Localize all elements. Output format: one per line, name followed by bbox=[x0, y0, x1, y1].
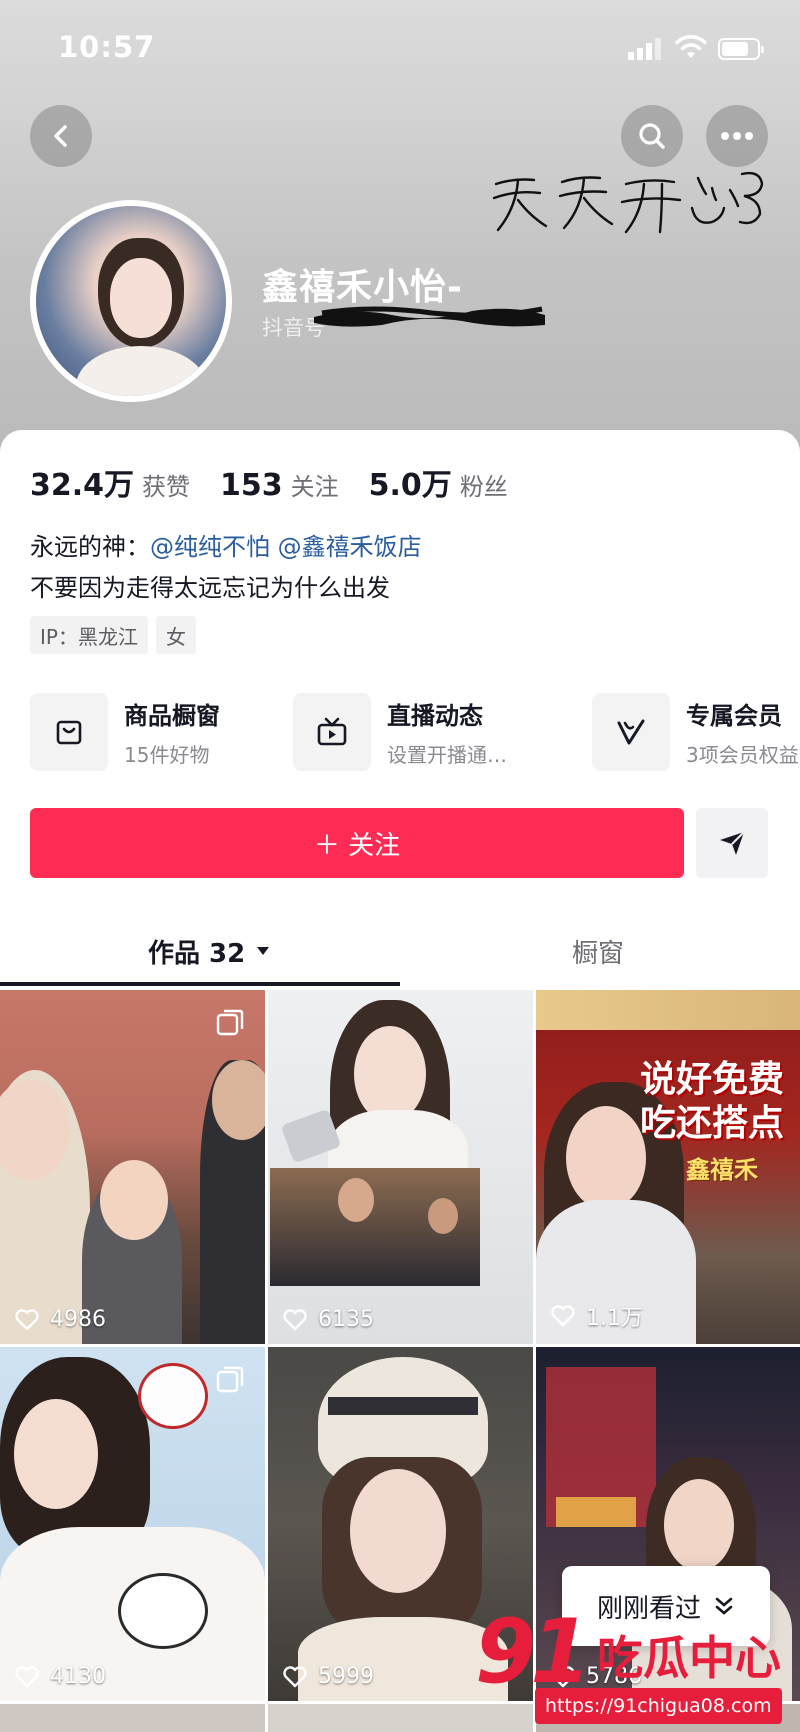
bio-line-1: 永远的神：@纯纯不怕 @鑫禧禾饭店 bbox=[30, 527, 422, 562]
service-subtitle: 设置开播通… bbox=[387, 743, 507, 767]
handwritten-signature-art bbox=[492, 171, 764, 234]
avatar-photo bbox=[36, 206, 226, 396]
heart-outline-icon bbox=[283, 1308, 307, 1330]
likes-count: 5999 bbox=[318, 1664, 374, 1689]
video-likes: 5999 bbox=[282, 1664, 374, 1689]
service-shop-window[interactable]: 商品橱窗 15件好物 bbox=[30, 692, 220, 772]
heart-outline-icon bbox=[283, 1665, 307, 1687]
back-button[interactable] bbox=[30, 105, 92, 167]
more-dots-icon bbox=[721, 132, 753, 140]
heart-outline-icon bbox=[15, 1665, 39, 1687]
overlay-caption-line: 鑫禧禾 bbox=[686, 1156, 758, 1184]
status-bar: 10:57 bbox=[0, 0, 800, 92]
service-subtitle: 15件好物 bbox=[124, 743, 210, 767]
video-likes: 4130 bbox=[14, 1664, 106, 1689]
video-thumbnail[interactable]: 6135 bbox=[268, 990, 533, 1344]
following-count: 153 bbox=[220, 468, 283, 503]
service-subtitle: 3项会员权益 bbox=[686, 743, 799, 767]
gender-tag: 女 bbox=[155, 616, 196, 654]
tab-works[interactable]: 作品 32 bbox=[148, 916, 271, 986]
paper-plane-icon bbox=[720, 831, 745, 855]
multi-image-icon bbox=[216, 1009, 244, 1036]
cellular-signal-icon bbox=[628, 38, 662, 60]
ip-location-tag: IP：黑龙江 bbox=[30, 616, 148, 654]
site-watermark: 91 吃瓜中心 https://91chigua08.com bbox=[475, 1600, 800, 1732]
tab-works-label: 作品 32 bbox=[148, 938, 246, 969]
profile-avatar[interactable] bbox=[30, 200, 232, 402]
content-tabs: 作品 32 橱窗 bbox=[0, 916, 800, 986]
bio-line-2: 不要因为走得太远忘记为什么出发 bbox=[30, 574, 390, 602]
search-button[interactable] bbox=[621, 105, 683, 167]
heart-outline-icon bbox=[551, 1305, 575, 1327]
likes-count: 4986 bbox=[50, 1307, 106, 1332]
more-options-button[interactable] bbox=[706, 105, 768, 167]
stat-likes: 32.4万 获赞 bbox=[30, 460, 190, 504]
stat-following[interactable]: 153 关注 bbox=[220, 467, 339, 503]
bio-prefix: 永远的神： bbox=[30, 533, 150, 561]
video-thumbnail[interactable]: 4986 bbox=[0, 990, 265, 1344]
likes-count: 1.1万 bbox=[586, 1306, 643, 1331]
heart-outline-icon bbox=[15, 1308, 39, 1330]
caret-down-icon bbox=[257, 947, 270, 955]
video-thumbnail[interactable]: 说好免费 吃还搭点 鑫禧禾 1.1万 bbox=[536, 990, 800, 1344]
overlay-caption-line: 吃还搭点 bbox=[640, 1103, 785, 1144]
likes-label: 获赞 bbox=[142, 473, 191, 501]
service-live[interactable]: 直播动态 设置开播通… bbox=[293, 692, 507, 772]
likes-count: 4130 bbox=[50, 1664, 106, 1689]
video-likes: 4986 bbox=[14, 1307, 106, 1332]
tab-shop-window[interactable]: 橱窗 bbox=[572, 916, 624, 986]
status-time: 10:57 bbox=[58, 30, 156, 64]
bio-mention-link[interactable]: @鑫禧禾饭店 bbox=[278, 533, 422, 561]
followers-count: 5.0万 bbox=[368, 468, 452, 503]
video-likes: 6135 bbox=[282, 1307, 374, 1332]
redaction-scribble bbox=[314, 306, 545, 327]
active-tab-indicator bbox=[0, 982, 400, 986]
stat-followers[interactable]: 5.0万 粉丝 bbox=[369, 460, 508, 504]
shop-window-icon bbox=[30, 693, 108, 771]
service-entries: 商品橱窗 15件好物 直播动态 设置开播通… 专属会员 3项会员权益 bbox=[30, 692, 800, 772]
watermark-name: 吃瓜中心 bbox=[597, 1631, 781, 1685]
video-thumbnail[interactable] bbox=[0, 1704, 265, 1732]
likes-count: 32.4万 bbox=[30, 468, 135, 503]
followers-label: 粉丝 bbox=[459, 473, 508, 501]
following-label: 关注 bbox=[290, 473, 339, 501]
battery-icon bbox=[718, 38, 764, 60]
search-icon bbox=[639, 123, 665, 149]
likes-count: 6135 bbox=[318, 1307, 374, 1332]
follow-button[interactable]: ＋ 关注 bbox=[30, 808, 684, 878]
multi-image-icon bbox=[216, 1366, 244, 1393]
watermark-url: https://91chigua08.com bbox=[535, 1688, 782, 1724]
share-button[interactable] bbox=[696, 808, 768, 878]
profile-tags: IP：黑龙江 女 bbox=[30, 616, 204, 654]
tv-icon bbox=[293, 693, 371, 771]
video-likes: 1.1万 bbox=[550, 1300, 643, 1332]
service-title: 专属会员 bbox=[686, 702, 782, 730]
wifi-icon bbox=[675, 35, 707, 58]
service-title: 直播动态 bbox=[387, 702, 483, 730]
vip-icon bbox=[592, 693, 670, 771]
service-membership[interactable]: 专属会员 3项会员权益 bbox=[592, 692, 799, 772]
service-title: 商品橱窗 bbox=[124, 702, 220, 730]
bio-mention-link[interactable]: @纯纯不怕 bbox=[150, 533, 270, 561]
profile-stats: 32.4万 获赞 153 关注 5.0万 粉丝 bbox=[30, 460, 538, 504]
chevron-left-icon bbox=[54, 125, 67, 147]
video-thumbnail[interactable]: 4130 bbox=[0, 1347, 265, 1701]
